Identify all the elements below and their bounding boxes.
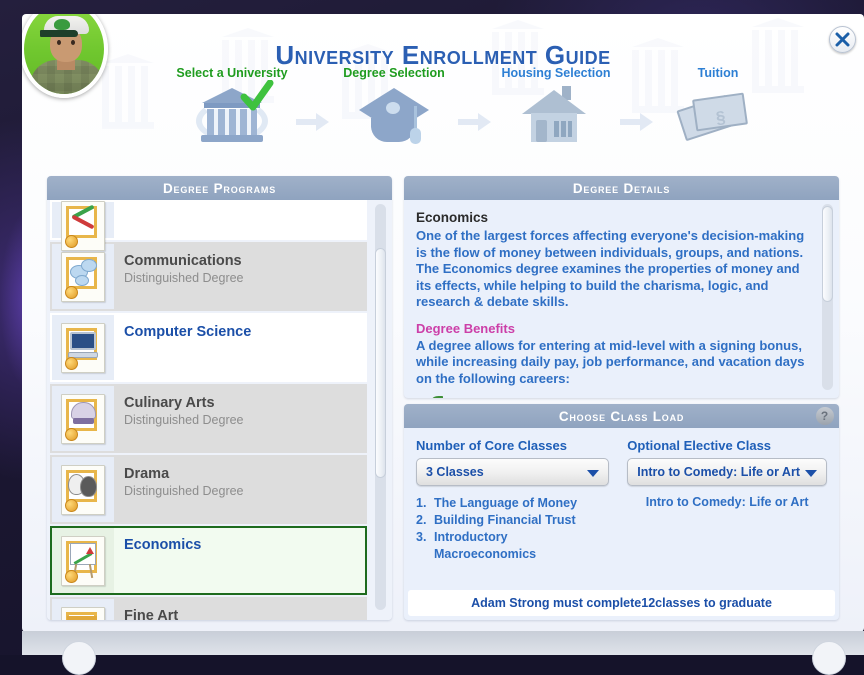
core-classes-dropdown[interactable]: 3 Classes — [416, 458, 610, 486]
graduation-cap-icon — [334, 84, 454, 146]
list-item-culinary-arts[interactable]: Culinary Arts Distinguished Degree — [50, 384, 367, 453]
class-name: The Language of Money — [434, 496, 578, 510]
bank-icon — [172, 79, 292, 146]
help-icon[interactable]: ? — [816, 407, 834, 425]
step-tuition[interactable]: Tuition § — [658, 66, 778, 146]
elective-class-column: Optional Elective Class Intro to Comedy:… — [627, 438, 827, 563]
degree-benefits-heading: Degree Benefits — [416, 320, 515, 336]
class-load-header-label: Choose Class Load — [558, 408, 685, 424]
class-load-panel: Choose Class Load ? Number of Core Class… — [404, 404, 839, 620]
degree-thumbnail — [52, 244, 114, 309]
degree-details-panel: Degree Details Economics One of the larg… — [404, 176, 839, 398]
degree-subtitle: Distinguished Degree — [124, 413, 244, 427]
list-item[interactable] — [50, 200, 367, 251]
scrollbar-thumb[interactable] — [822, 206, 833, 302]
step-label: Degree Selection — [343, 66, 445, 80]
step-select-a-university[interactable]: Select a University — [172, 66, 292, 146]
list-item-fine-art[interactable]: Fine Art Distinguished Degree — [50, 597, 367, 620]
core-classes-list: 1. The Language of Money 2. Building Fin… — [416, 495, 609, 563]
core-classes-value: 3 Classes — [426, 465, 484, 479]
enrollment-dialog: University Enrollment Guide Select a Uni… — [22, 14, 864, 632]
bottom-bar-button[interactable] — [812, 641, 846, 675]
degree-name: Fine Art — [124, 608, 179, 620]
class-name: Building Financial Trust — [434, 513, 576, 527]
degree-details-content: Economics One of the largest forces affe… — [404, 200, 839, 398]
degree-details-description: One of the largest forces affecting ever… — [416, 228, 805, 309]
degree-details-scrollbar[interactable] — [822, 204, 833, 390]
degree-programs-header: Degree Programs — [47, 176, 392, 200]
class-number: 2. — [416, 513, 427, 527]
arrow-icon — [616, 66, 658, 132]
close-button[interactable] — [829, 26, 856, 53]
list-item-drama[interactable]: Drama Distinguished Degree — [50, 455, 367, 524]
step-housing-selection[interactable]: Housing Selection — [496, 66, 616, 146]
class-load-body: Number of Core Classes 3 Classes 1. The … — [404, 428, 839, 620]
list-item: 2. Building Financial Trust — [416, 512, 609, 529]
close-icon — [835, 32, 850, 47]
degree-thumbnail — [52, 315, 114, 380]
elective-class-label: Optional Elective Class — [627, 438, 772, 453]
apple-icon — [416, 395, 450, 398]
list-item-communications[interactable]: Communications Distinguished Degree — [50, 242, 367, 311]
list-item-computer-science[interactable]: Computer Science — [50, 313, 367, 382]
elective-selected-name: Intro to Comedy: Life or Art — [645, 495, 809, 509]
degree-thumbnail — [52, 201, 114, 251]
graduation-note-suffix: classes to graduate — [655, 596, 772, 610]
money-icon: § — [658, 84, 778, 146]
chevron-down-icon — [805, 470, 817, 477]
list-item: 1. The Language of Money — [416, 495, 609, 512]
career-row: Administrator — [416, 395, 813, 398]
degree-name: Computer Science — [124, 324, 252, 340]
degree-name: Drama — [124, 466, 170, 482]
degree-name: Culinary Arts — [124, 395, 215, 411]
degree-details-header: Degree Details — [404, 176, 839, 200]
degree-subtitle: Distinguished Degree — [124, 484, 244, 498]
bottom-bar — [22, 631, 864, 675]
degree-details-title: Economics — [416, 210, 489, 225]
bottom-bar-button[interactable] — [62, 641, 96, 675]
class-number: 1. — [416, 496, 427, 510]
degree-name: Economics — [124, 537, 202, 553]
step-degree-selection[interactable]: Degree Selection — [334, 66, 454, 146]
step-label: Select a University — [176, 66, 288, 80]
check-icon — [240, 79, 274, 119]
degree-thumbnail — [52, 386, 114, 451]
degree-thumbnail — [52, 599, 114, 620]
degree-programs-panel: Degree Programs Communications Distingui… — [47, 176, 392, 620]
step-label: Housing Selection — [501, 66, 611, 80]
chevron-down-icon — [587, 470, 600, 477]
graduation-note-count: 12 — [641, 596, 656, 610]
degree-programs-list[interactable]: Communications Distinguished Degree Comp… — [47, 200, 392, 620]
list-item-economics[interactable]: Economics — [50, 526, 367, 595]
enrollment-stepper: Select a University Degree Selection Hou… — [172, 66, 792, 161]
graduation-note: Adam Strong must complete 12 classes to … — [408, 590, 835, 616]
degree-thumbnail — [52, 528, 114, 593]
list-item: 3. Introductory Macroeconomics — [416, 529, 609, 563]
dialog-header: University Enrollment Guide Select a Uni… — [22, 14, 864, 164]
elective-class-value: Intro to Comedy: Life or Art — [637, 465, 800, 479]
class-load-header: Choose Class Load ? — [404, 404, 839, 428]
degree-subtitle: Distinguished Degree — [124, 271, 244, 285]
degree-benefits-text: A degree allows for entering at mid-leve… — [416, 337, 805, 386]
graduation-note-prefix: Adam Strong must complete — [471, 596, 642, 610]
house-icon — [496, 84, 616, 146]
core-classes-column: Number of Core Classes 3 Classes 1. The … — [416, 438, 610, 563]
elective-class-dropdown[interactable]: Intro to Comedy: Life or Art — [627, 458, 827, 486]
degree-thumbnail — [52, 457, 114, 522]
arrow-icon — [454, 66, 496, 132]
class-number: 3. — [416, 530, 427, 544]
degree-name: Communications — [124, 253, 242, 269]
core-classes-label: Number of Core Classes — [416, 438, 567, 453]
arrow-icon — [292, 66, 334, 132]
dialog-body: Degree Programs Communications Distingui… — [22, 164, 864, 632]
degree-programs-scrollbar[interactable] — [375, 204, 386, 610]
scrollbar-thumb[interactable] — [375, 248, 386, 478]
class-name: Introductory Macroeconomics — [434, 530, 537, 561]
avatar[interactable] — [22, 14, 108, 98]
step-label: Tuition — [697, 66, 739, 80]
